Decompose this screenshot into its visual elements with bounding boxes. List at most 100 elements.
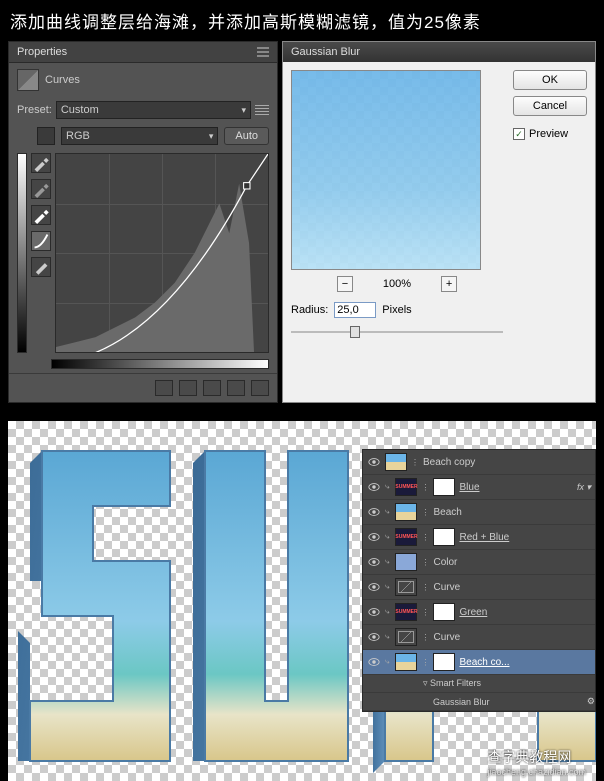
clip-to-layer-icon[interactable] xyxy=(155,380,173,396)
layer-name[interactable]: Color xyxy=(433,557,591,568)
layer-name[interactable]: Green xyxy=(459,607,591,618)
channel-dropdown[interactable]: RGB xyxy=(61,127,218,145)
clip-arrow-icon: ⤷ xyxy=(385,507,389,517)
layer-row[interactable]: ⤷ SUMMER ⋮ Red + Blue xyxy=(363,525,595,550)
filter-item-row[interactable]: Gaussian Blur⚙ xyxy=(363,693,595,711)
clip-arrow-icon: ⤷ xyxy=(385,582,389,592)
instruction-text: 添加曲线调整层给海滩，并添加高斯模糊滤镜，值为25像素 xyxy=(0,0,604,41)
layer-thumbnail[interactable] xyxy=(385,453,407,471)
toggle-visibility-icon[interactable] xyxy=(227,380,245,396)
preset-dropdown[interactable]: Custom xyxy=(56,101,251,119)
layers-panel: ⋮Beach copy⤷SUMMER⋮Bluefx ▾⤷⋮Beach⤷SUMME… xyxy=(362,449,596,712)
layer-thumbnail[interactable] xyxy=(395,653,417,671)
layer-thumbnail[interactable]: SUMMER xyxy=(395,528,417,546)
properties-title: Properties xyxy=(17,46,67,58)
link-icon: ⋮ xyxy=(421,533,429,542)
input-gradient xyxy=(51,359,269,369)
curves-adjustment-icon xyxy=(17,69,39,91)
visibility-icon[interactable] xyxy=(367,655,381,669)
layer-thumbnail[interactable] xyxy=(395,578,417,596)
link-icon: ⋮ xyxy=(421,583,429,592)
filter-options-icon[interactable]: ⚙ xyxy=(587,696,595,707)
curve-pencil-tool-icon[interactable] xyxy=(31,257,51,277)
zoom-out-button[interactable]: − xyxy=(337,276,353,292)
layer-thumbnail[interactable] xyxy=(395,503,417,521)
layer-name[interactable]: Beach co... xyxy=(459,657,591,668)
layer-row[interactable]: ⤷ ⋮ Beach xyxy=(363,500,595,525)
mask-thumbnail[interactable] xyxy=(433,653,455,671)
reset-icon[interactable] xyxy=(203,380,221,396)
preset-label: Preset: xyxy=(17,104,52,116)
clip-arrow-icon: ⤷ xyxy=(385,532,389,542)
clip-arrow-icon: ⤷ xyxy=(385,657,389,667)
radius-label: Radius: xyxy=(291,304,328,316)
layer-row[interactable]: ⤷ SUMMER ⋮ Blue fx ▾ xyxy=(363,475,595,500)
cancel-button[interactable]: Cancel xyxy=(513,96,587,116)
link-icon: ⋮ xyxy=(421,558,429,567)
eyedropper-white-icon[interactable] xyxy=(31,205,51,225)
link-icon: ⋮ xyxy=(421,608,429,617)
visibility-icon[interactable] xyxy=(367,455,381,469)
mask-thumbnail[interactable] xyxy=(433,528,455,546)
layer-thumbnail[interactable] xyxy=(395,628,417,646)
layer-name[interactable]: Blue xyxy=(459,482,572,493)
adjustment-type: Curves xyxy=(45,74,80,86)
clip-arrow-icon: ⤷ xyxy=(385,557,389,567)
clip-arrow-icon: ⤷ xyxy=(385,607,389,617)
preview-checkbox[interactable]: ✓ xyxy=(513,128,525,140)
mask-thumbnail[interactable] xyxy=(433,603,455,621)
layer-name[interactable]: Beach xyxy=(433,507,591,518)
layer-thumbnail[interactable]: SUMMER xyxy=(395,603,417,621)
layer-name[interactable]: Curve xyxy=(433,632,591,643)
link-icon: ⋮ xyxy=(421,633,429,642)
properties-panel: Properties Curves Preset: Custom RGB Aut… xyxy=(8,41,278,403)
layer-row[interactable]: ⤷ ⋮ Beach co... xyxy=(363,650,595,675)
eyedropper-black-icon[interactable] xyxy=(31,153,51,173)
gaussian-blur-dialog: Gaussian Blur − 100% + Radius: Pixels xyxy=(282,41,596,403)
visibility-icon[interactable] xyxy=(367,555,381,569)
layer-thumbnail[interactable]: SUMMER xyxy=(395,478,417,496)
curves-graph[interactable] xyxy=(55,153,269,353)
link-icon: ⋮ xyxy=(421,483,429,492)
preset-menu-icon[interactable] xyxy=(255,105,269,115)
clip-arrow-icon: ⤷ xyxy=(385,482,389,492)
layer-name[interactable]: Curve xyxy=(433,582,591,593)
visibility-icon[interactable] xyxy=(367,530,381,544)
output-gradient xyxy=(17,153,27,353)
filter-preview[interactable] xyxy=(291,70,481,270)
layer-row[interactable]: ⋮Beach copy xyxy=(363,450,595,475)
radius-unit: Pixels xyxy=(382,304,411,316)
smart-filters-row[interactable]: ▿ Smart Filters xyxy=(363,675,595,693)
link-icon: ⋮ xyxy=(421,658,429,667)
panel-menu-icon[interactable] xyxy=(257,47,269,57)
targeted-adjustment-icon[interactable] xyxy=(37,127,55,145)
eyedropper-gray-icon[interactable] xyxy=(31,179,51,199)
visibility-icon[interactable] xyxy=(367,480,381,494)
canvas-area: ⋮Beach copy⤷SUMMER⋮Bluefx ▾⤷⋮Beach⤷SUMME… xyxy=(8,421,596,781)
radius-slider[interactable] xyxy=(291,322,503,342)
mask-thumbnail[interactable] xyxy=(433,478,455,496)
radius-input[interactable] xyxy=(334,302,376,318)
fx-badge[interactable]: fx ▾ xyxy=(577,482,591,493)
watermark: 查字典教程网 jiaocheng.chazidian.com xyxy=(487,747,586,777)
ok-button[interactable]: OK xyxy=(513,70,587,90)
layer-row[interactable]: ⤷ ⋮ Color xyxy=(363,550,595,575)
curve-point-tool-icon[interactable] xyxy=(31,231,51,251)
layer-row[interactable]: ⤷⋮Curve xyxy=(363,625,595,650)
visibility-icon[interactable] xyxy=(367,630,381,644)
view-previous-icon[interactable] xyxy=(179,380,197,396)
dialog-title: Gaussian Blur xyxy=(283,42,595,62)
layer-row[interactable]: ⤷ SUMMER ⋮ Green xyxy=(363,600,595,625)
zoom-in-button[interactable]: + xyxy=(441,276,457,292)
layer-thumbnail[interactable] xyxy=(395,553,417,571)
visibility-icon[interactable] xyxy=(367,580,381,594)
auto-button[interactable]: Auto xyxy=(224,127,269,145)
layer-name[interactable]: Red + Blue xyxy=(459,532,591,543)
layer-row[interactable]: ⤷ ⋮ Curve xyxy=(363,575,595,600)
layer-name[interactable]: Beach copy xyxy=(423,457,591,468)
visibility-icon[interactable] xyxy=(367,505,381,519)
visibility-icon[interactable] xyxy=(367,605,381,619)
link-icon: ⋮ xyxy=(421,508,429,517)
properties-header[interactable]: Properties xyxy=(9,42,277,63)
delete-icon[interactable] xyxy=(251,380,269,396)
